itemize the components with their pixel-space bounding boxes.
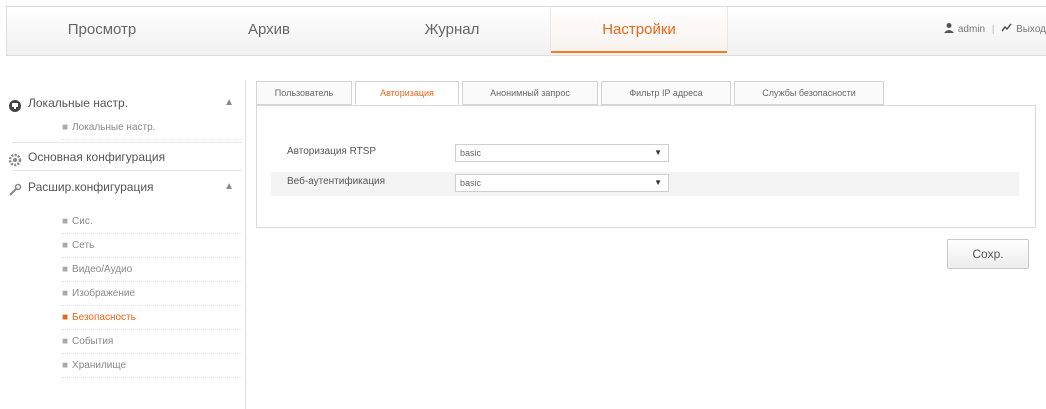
sidebar-item-system[interactable]: ■ Сис. [62, 210, 242, 234]
wrench-icon [8, 180, 22, 196]
sidebar-group-local-label: Локальные настр. [28, 96, 129, 110]
sidebar-group-advanced[interactable]: Расшир.конфигурация ▲ [6, 174, 242, 200]
top-navigation-bar: Просмотр Архив Журнал Настройки admin | … [6, 6, 1046, 56]
collapse-icon[interactable]: ▲ [224, 90, 234, 116]
sidebar-item-label: Сеть [72, 240, 95, 251]
sidebar-item-label: Изображение [72, 288, 136, 299]
sidebar-item-events[interactable]: ■ События [62, 330, 242, 354]
sidebar-group-basic[interactable]: Основная конфигурация [6, 144, 242, 170]
save-button[interactable]: Сохр. [947, 239, 1029, 269]
web-auth-value: basic [460, 178, 482, 188]
header-separator: | [991, 24, 995, 36]
tab-authentication[interactable]: Авторизация [355, 81, 459, 105]
user-icon [943, 22, 955, 37]
sidebar-group-local[interactable]: Локальные настр. ▲ [6, 90, 242, 116]
tab-anonymous-access[interactable]: Анонимный запрос [462, 81, 598, 105]
tab-ip-filter[interactable]: Фильтр IP адреса [601, 81, 731, 105]
logout-icon[interactable] [1001, 23, 1013, 36]
rtsp-auth-row: Авторизация RTSP basic ▼ [271, 142, 1019, 166]
sidebar-item-storage[interactable]: ■ Хранилище [62, 354, 242, 378]
nav-archive-tab[interactable]: Архив [229, 7, 309, 55]
sidebar-item-label: Безопасность [72, 312, 136, 323]
web-auth-row: Веб-аутентификация basic ▼ [271, 172, 1019, 196]
sidebar-item-video-audio[interactable]: ■ Видео/Аудио [62, 258, 242, 282]
sidebar-item-label: Видео/Аудио [72, 264, 133, 275]
sidebar-group-advanced-label: Расшир.конфигурация [28, 180, 154, 194]
nav-view-tab[interactable]: Просмотр [47, 7, 157, 55]
sidebar-divider [12, 142, 242, 143]
monitor-icon [8, 96, 22, 112]
bullet-icon: ■ [62, 240, 69, 251]
nav-log-tab[interactable]: Журнал [407, 7, 497, 55]
bullet-icon: ■ [62, 216, 69, 227]
sidebar-item-local-settings[interactable]: ■ Локальные настр. [62, 116, 242, 140]
bullet-icon: ■ [62, 264, 69, 275]
web-auth-label: Веб-аутентификация [287, 176, 386, 187]
sidebar-item-label: Сис. [72, 216, 93, 227]
bullet-icon: ■ [62, 312, 69, 323]
sidebar-item-label: События [72, 336, 114, 347]
bullet-icon: ■ [62, 336, 69, 347]
tab-user[interactable]: Пользователь [256, 81, 352, 105]
dropdown-arrow-icon: ▼ [654, 178, 662, 187]
collapse-icon[interactable]: ▲ [224, 174, 234, 200]
bullet-icon: ■ [62, 122, 69, 133]
web-auth-select[interactable]: basic ▼ [455, 174, 669, 192]
tab-security-service[interactable]: Службы безопасности [734, 81, 884, 105]
sidebar-item-image[interactable]: ■ Изображение [62, 282, 242, 306]
user-area: admin | Выход [943, 22, 1046, 37]
user-name[interactable]: admin [958, 24, 985, 35]
sidebar-item-label: Локальные настр. [72, 122, 156, 133]
sidebar-item-label: Хранилище [72, 360, 127, 371]
bullet-icon: ■ [62, 288, 69, 299]
gear-icon [8, 150, 22, 167]
rtsp-auth-select[interactable]: basic ▼ [455, 144, 669, 162]
rtsp-auth-label: Авторизация RTSP [287, 146, 377, 157]
sidebar-group-basic-label: Основная конфигурация [28, 150, 166, 164]
authentication-panel: Авторизация RTSP basic ▼ Веб-аутентифика… [256, 105, 1036, 228]
dropdown-arrow-icon: ▼ [654, 148, 662, 157]
sidebar-divider [12, 170, 242, 171]
logout-link[interactable]: Выход [1016, 24, 1046, 35]
bullet-icon: ■ [62, 360, 69, 371]
nav-settings-tab[interactable]: Настройки [550, 7, 728, 55]
sidebar-item-network[interactable]: ■ Сеть [62, 234, 242, 258]
settings-sidebar: Локальные настр. ▲ ■ Локальные настр. Осн… [6, 80, 246, 409]
sidebar-item-security[interactable]: ■ Безопасность [62, 306, 242, 330]
rtsp-auth-value: basic [460, 148, 482, 158]
